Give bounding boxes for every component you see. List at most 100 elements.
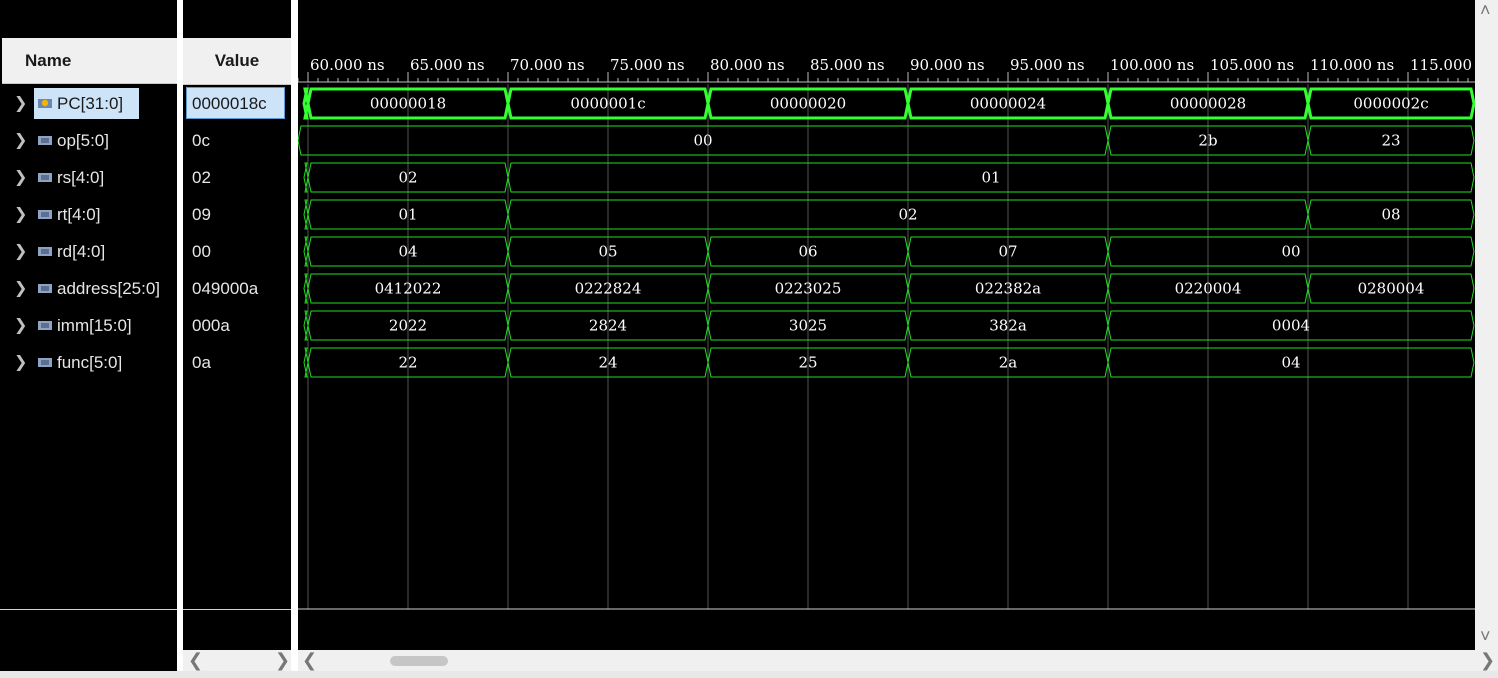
time-tick-label: 65.000 ns: [410, 56, 485, 74]
scroll-left-icon[interactable]: ❮: [188, 650, 203, 671]
waveform-horizontal-scrollbar[interactable]: ❮ ❯: [298, 650, 1498, 671]
panel-divider: [0, 609, 177, 610]
bus-value-label: 0412022: [375, 280, 442, 298]
signal-row-pc[interactable]: ❯ PC[31:0]: [0, 85, 177, 122]
bus-segment: [303, 310, 309, 341]
expand-chevron-icon[interactable]: ❯: [14, 196, 28, 233]
time-tick-label: 115.000: [1410, 56, 1472, 74]
signal-row-rs[interactable]: ❯ rs[4:0]: [0, 159, 177, 196]
value-column-header[interactable]: Value: [183, 38, 291, 85]
expand-chevron-icon[interactable]: ❯: [14, 122, 28, 159]
time-tick-label: 100.000 ns: [1110, 56, 1194, 74]
signal-name: rd[4:0]: [57, 242, 106, 261]
bus-value-label: 07: [998, 243, 1017, 261]
bus-value-label: 04: [398, 243, 417, 261]
scroll-right-icon[interactable]: ❯: [275, 650, 290, 671]
expand-chevron-icon[interactable]: ❯: [14, 344, 28, 381]
signal-value-imm[interactable]: 000a: [183, 307, 291, 344]
expand-chevron-icon[interactable]: ❯: [14, 233, 28, 270]
bus-segment: [303, 162, 309, 193]
bus-icon: [38, 173, 52, 182]
expand-chevron-icon[interactable]: ❯: [14, 307, 28, 344]
bus-value-label: 01: [981, 169, 1000, 187]
bus-segment: [303, 273, 309, 304]
expand-chevron-icon[interactable]: ❯: [14, 85, 28, 122]
signal-value: 049000a: [192, 279, 259, 298]
expand-chevron-icon[interactable]: ❯: [14, 159, 28, 196]
signal-value-rt[interactable]: 09: [183, 196, 291, 233]
signal-value-rs[interactable]: 02: [183, 159, 291, 196]
bus-value-label: 08: [1381, 206, 1400, 224]
bus-value-label: 22: [398, 354, 417, 372]
bus-icon: [38, 284, 52, 293]
expand-chevron-icon[interactable]: ❯: [14, 270, 28, 307]
waveform-canvas[interactable]: 60.000 ns 65.000 ns 70.000 ns 75.000 ns 80.0…: [298, 0, 1475, 650]
signal-name: address[25:0]: [57, 279, 161, 298]
bus-value-label: 00000018: [370, 95, 446, 113]
signal-name: PC[31:0]: [57, 94, 124, 113]
time-tick-label: 85.000 ns: [810, 56, 885, 74]
panel-divider: [183, 609, 291, 610]
signal-row-op[interactable]: ❯ op[5:0]: [0, 122, 177, 159]
time-tick-label: 75.000 ns: [610, 56, 685, 74]
bus-value-label: 04: [1281, 354, 1300, 372]
bus-value-label: 0220004: [1175, 280, 1242, 298]
vertical-scrollbar[interactable]: ˄ ˅: [1475, 0, 1498, 650]
signal-row-func[interactable]: ❯ func[5:0]: [0, 344, 177, 381]
waveform-viewer: 60.000 ns 65.000 ns 70.000 ns 75.000 ns 80.0…: [0, 0, 1498, 678]
scroll-right-icon[interactable]: ❯: [1480, 650, 1495, 671]
bus-value-label: 0000002c: [1353, 95, 1428, 113]
scroll-left-icon[interactable]: ❮: [302, 650, 317, 671]
bus-value-label: 2022: [389, 317, 427, 335]
bus-value-label: 24: [598, 354, 617, 372]
bus-segment: [303, 236, 309, 267]
bus-value-label: 0004: [1272, 317, 1310, 335]
time-tick-label: 90.000 ns: [910, 56, 985, 74]
bus-value-label: 05: [598, 243, 617, 261]
signal-row-imm[interactable]: ❯ imm[15:0]: [0, 307, 177, 344]
signal-row-rd[interactable]: ❯ rd[4:0]: [0, 233, 177, 270]
bus-icon: [38, 136, 52, 145]
bus-value-label: 382a: [989, 317, 1027, 335]
bus-value-label: 0222824: [575, 280, 642, 298]
bus-value-label: 00: [693, 132, 712, 150]
bus-value-label: 2b: [1198, 132, 1217, 150]
time-tick-label: 95.000 ns: [1010, 56, 1085, 74]
signal-value-address[interactable]: 049000a: [183, 270, 291, 307]
scroll-down-icon[interactable]: ˅: [1480, 626, 1491, 647]
signal-name: rs[4:0]: [57, 168, 105, 187]
bus-value-label: 02: [898, 206, 917, 224]
signal-value: 0c: [192, 131, 210, 150]
scroll-thumb[interactable]: [390, 656, 448, 666]
bus-value-label: 0223025: [775, 280, 842, 298]
time-tick-label: 60.000 ns: [310, 56, 385, 74]
signal-value: 02: [192, 168, 211, 187]
signal-value: 0a: [192, 353, 211, 372]
bus-value-label: 0280004: [1358, 280, 1425, 298]
bus-value-label: 00000028: [1170, 95, 1246, 113]
name-column-header[interactable]: Name: [2, 38, 177, 84]
signal-name: func[5:0]: [57, 353, 123, 372]
waveform-panel[interactable]: 60.000 ns 65.000 ns 70.000 ns 75.000 ns 80.0…: [298, 0, 1475, 650]
time-tick-label: 80.000 ns: [710, 56, 785, 74]
bus-value-label: 02: [398, 169, 417, 187]
signal-value: 00: [192, 242, 211, 261]
signal-value: 09: [192, 205, 211, 224]
signal-value-pc[interactable]: 0000018c: [183, 85, 291, 122]
signal-value-op[interactable]: 0c: [183, 122, 291, 159]
time-tick-label: 110.000 ns: [1310, 56, 1394, 74]
signal-name: op[5:0]: [57, 131, 109, 150]
scroll-up-icon[interactable]: ˄: [1480, 0, 1491, 21]
bus-icon: [38, 321, 52, 330]
signal-value-func[interactable]: 0a: [183, 344, 291, 381]
value-horizontal-scrollbar[interactable]: ❮ ❯: [183, 650, 291, 671]
bus-value-label: 00000020: [770, 95, 846, 113]
signal-name: rt[4:0]: [57, 205, 101, 224]
signal-value: 0000018c: [192, 94, 267, 113]
signal-row-rt[interactable]: ❯ rt[4:0]: [0, 196, 177, 233]
signal-row-address[interactable]: ❯ address[25:0]: [0, 270, 177, 307]
signal-value-rd[interactable]: 00: [183, 233, 291, 270]
bus-value-label: 2824: [589, 317, 627, 335]
signal-name: imm[15:0]: [57, 316, 132, 335]
bus-icon: [38, 358, 52, 367]
